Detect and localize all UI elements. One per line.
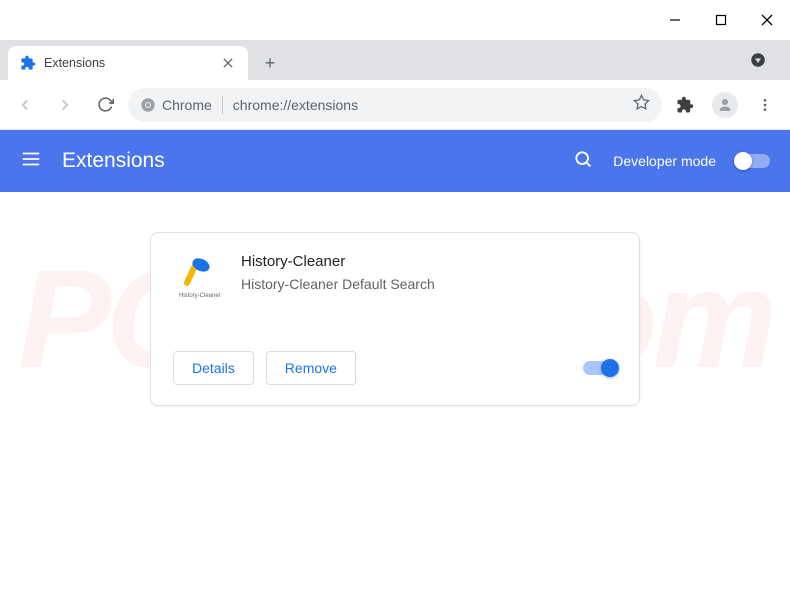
toggle-knob bbox=[601, 359, 619, 377]
omnibox-url: chrome://extensions bbox=[233, 97, 623, 113]
tab-close-icon[interactable] bbox=[220, 55, 236, 71]
content-area: PC risk.com History-Cleaner History-Clea… bbox=[0, 192, 790, 446]
toolbar: Chrome chrome://extensions bbox=[0, 80, 790, 130]
media-control-button[interactable] bbox=[744, 46, 772, 74]
reload-button[interactable] bbox=[88, 88, 122, 122]
developer-mode-toggle[interactable] bbox=[736, 154, 770, 168]
back-button[interactable] bbox=[8, 88, 42, 122]
avatar-icon bbox=[712, 92, 738, 118]
kebab-menu-icon[interactable] bbox=[748, 88, 782, 122]
omnibox-prefix: Chrome bbox=[162, 97, 212, 113]
extension-card: History-Cleaner History-Cleaner History-… bbox=[150, 232, 640, 406]
window-close-button[interactable] bbox=[744, 0, 790, 40]
extension-description: History-Cleaner Default Search bbox=[241, 276, 435, 292]
search-icon[interactable] bbox=[573, 149, 593, 174]
tab-title: Extensions bbox=[44, 56, 212, 70]
forward-button[interactable] bbox=[48, 88, 82, 122]
window-minimize-button[interactable] bbox=[652, 0, 698, 40]
bookmark-star-icon[interactable] bbox=[633, 94, 650, 116]
hamburger-menu-icon[interactable] bbox=[20, 148, 42, 175]
tab-strip: Extensions + bbox=[0, 40, 790, 80]
browser-tab-extensions[interactable]: Extensions bbox=[8, 46, 248, 80]
puzzle-piece-icon bbox=[20, 55, 36, 71]
toggle-knob bbox=[734, 152, 752, 170]
omnibox-divider bbox=[222, 96, 223, 114]
svg-text:History-Cleaner: History-Cleaner bbox=[179, 293, 221, 299]
profile-button[interactable] bbox=[708, 88, 742, 122]
details-button[interactable]: Details bbox=[173, 351, 254, 385]
extensions-header: Extensions Developer mode bbox=[0, 130, 790, 192]
extension-icon: History-Cleaner bbox=[173, 253, 221, 301]
window-titlebar bbox=[0, 0, 790, 40]
page-title: Extensions bbox=[62, 149, 553, 173]
address-bar[interactable]: Chrome chrome://extensions bbox=[128, 88, 662, 122]
extension-enable-toggle[interactable] bbox=[583, 361, 617, 375]
chrome-icon bbox=[140, 97, 156, 113]
extensions-puzzle-icon[interactable] bbox=[668, 88, 702, 122]
site-chip: Chrome bbox=[140, 97, 212, 113]
window-maximize-button[interactable] bbox=[698, 0, 744, 40]
developer-mode-label: Developer mode bbox=[613, 153, 716, 169]
remove-button[interactable]: Remove bbox=[266, 351, 356, 385]
new-tab-button[interactable]: + bbox=[256, 49, 284, 77]
extension-name: History-Cleaner bbox=[241, 253, 435, 270]
